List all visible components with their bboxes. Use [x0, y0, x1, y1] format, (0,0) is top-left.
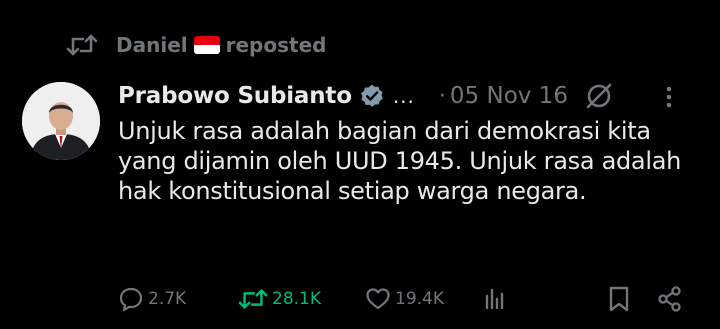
tweet-text: Unjuk rasa adalah bagian dari demokrasi …	[118, 117, 682, 205]
handle-ellipsis[interactable]: ...	[393, 84, 415, 108]
views-icon	[485, 288, 504, 310]
repost-icon	[238, 289, 268, 309]
bookmark-icon	[609, 286, 629, 312]
tweet-actions: 2.7K 28.1K 19.4K	[118, 283, 694, 315]
repost-icon	[66, 34, 98, 56]
repost-button[interactable]: 28.1K	[238, 283, 321, 315]
heart-icon	[366, 288, 390, 310]
views-button[interactable]	[482, 283, 512, 315]
repost-user[interactable]: Daniel	[116, 33, 188, 57]
like-button[interactable]: 19.4K	[365, 283, 444, 315]
bookmark-button[interactable]	[606, 283, 636, 315]
like-count: 19.4K	[395, 289, 444, 309]
author-name[interactable]: Prabowo Subianto	[118, 83, 352, 109]
repost-banner[interactable]: Daniel reposted	[66, 28, 326, 62]
repost-label: reposted	[225, 33, 327, 57]
reply-icon	[119, 287, 143, 312]
reply-count: 2.7K	[148, 289, 187, 309]
tweet-date[interactable]: 05 Nov 16	[450, 83, 568, 109]
share-button[interactable]	[656, 283, 688, 315]
indonesia-flag-icon	[193, 36, 220, 54]
no-symbol-icon[interactable]	[584, 81, 614, 111]
tweet-header: Prabowo Subianto ... · 05 Nov 16	[118, 78, 700, 114]
more-options-icon[interactable]	[658, 84, 680, 110]
avatar[interactable]	[22, 82, 100, 160]
repost-count: 28.1K	[272, 289, 321, 309]
share-icon	[658, 286, 681, 312]
reply-button[interactable]: 2.7K	[118, 283, 186, 315]
separator-dot: ·	[438, 83, 446, 109]
verified-badge-icon	[360, 84, 383, 107]
